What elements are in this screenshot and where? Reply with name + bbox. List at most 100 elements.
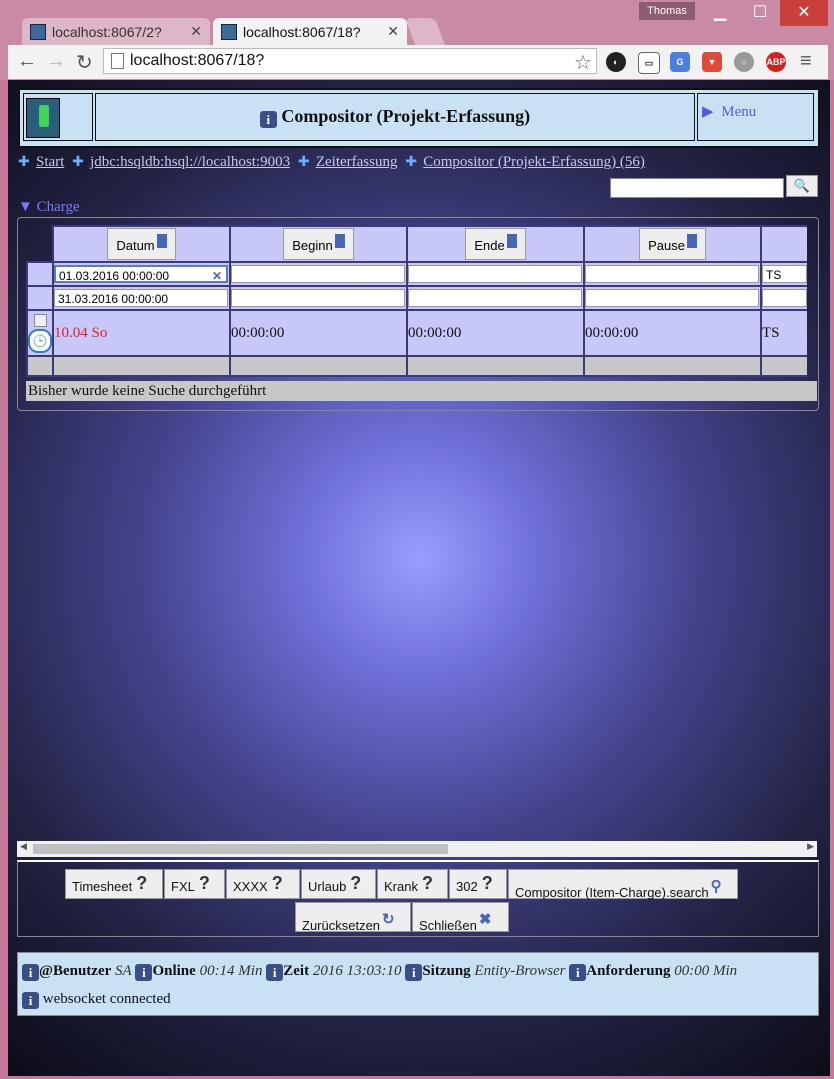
button-302[interactable]: 302? <box>449 869 507 899</box>
app-logo[interactable] <box>26 98 60 138</box>
minimize-icon[interactable]: ▁ <box>700 0 740 26</box>
tab-title: localhost:8067/18? <box>243 23 361 40</box>
search-input[interactable] <box>610 178 784 198</box>
address-bar[interactable]: localhost:8067/18? <box>103 48 597 74</box>
cast-icon[interactable]: ▭ <box>638 52 660 74</box>
krank-button[interactable]: Krank? <box>377 869 448 899</box>
search-button[interactable]: 🔍 <box>786 175 818 197</box>
column-header: Ende <box>406 225 585 263</box>
close-tab-icon[interactable]: ✕ <box>387 23 399 40</box>
timesheet-button[interactable]: Timesheet? <box>65 869 163 899</box>
xxxx-button[interactable]: XXXX? <box>226 869 300 899</box>
filter-extra-to[interactable] <box>762 289 807 307</box>
refresh-icon: ↻ <box>382 911 395 928</box>
zeit-label: Zeit <box>283 963 310 979</box>
column-header: Datum <box>52 225 231 263</box>
reset-button[interactable]: Zurücksetzen ↻ <box>295 902 411 933</box>
copy-icon <box>686 234 697 248</box>
scroll-left-icon[interactable]: ◀ <box>20 841 27 852</box>
breadcrumb-compositor[interactable]: Compositor (Projekt-Erfassung) (56) <box>423 154 645 170</box>
bookmark-star-icon[interactable]: ☆ <box>574 50 592 75</box>
fxl-button[interactable]: FXL? <box>164 869 225 899</box>
filter-pause[interactable] <box>585 265 759 283</box>
help-icon: ? <box>421 873 433 893</box>
status-footer: i @Benutzer SA i Online 00:14 Min i Zeit 20… <box>17 952 819 1016</box>
translate-icon[interactable]: G <box>670 52 690 72</box>
copy-icon <box>334 234 345 248</box>
circle-extension-icon[interactable]: ○ <box>734 52 754 72</box>
chrome-menu-icon[interactable]: ≡ <box>800 50 812 73</box>
page-title: Compositor (Projekt-Erfassung) <box>281 106 531 126</box>
menu-cell[interactable]: ▶ Menu <box>697 93 814 141</box>
close-icon: ✖ <box>478 911 492 928</box>
info-icon[interactable]: i <box>22 992 39 1009</box>
back-icon[interactable]: ← <box>17 50 37 73</box>
triangle-right-icon: ▶ <box>702 104 714 120</box>
close-button[interactable]: Schließen ✖ <box>412 902 509 933</box>
filter-ende[interactable] <box>408 265 582 283</box>
info-icon[interactable]: i <box>569 964 587 981</box>
profile-badge[interactable]: Thomas <box>639 2 695 20</box>
adblock-icon[interactable]: ABP <box>766 52 786 72</box>
filter-pause-to[interactable] <box>585 289 759 307</box>
breadcrumb-start[interactable]: Start <box>36 154 64 170</box>
cell-ende: 00:00:00 <box>406 309 585 357</box>
reload-icon[interactable]: ↻ <box>76 50 93 75</box>
search-item-charge-button[interactable]: Compositor (Item-Charge).search ⚲ <box>508 869 738 900</box>
tab-localhost-2[interactable]: localhost:8067/2? ✕ <box>22 18 210 45</box>
row-marker <box>26 285 54 311</box>
info-icon[interactable]: i <box>266 964 284 981</box>
help-icon: ? <box>481 873 493 893</box>
filter-beginn-to[interactable] <box>231 289 405 307</box>
filter-datum-from[interactable]: 01.03.2016 00:00:00 ✕ <box>54 265 228 283</box>
help-icon: ? <box>350 873 362 893</box>
sort-pause-button[interactable]: Pause <box>639 228 706 260</box>
sort-beginn-button[interactable]: Beginn <box>283 228 354 260</box>
maximize-icon[interactable]: ☐ <box>740 0 780 26</box>
data-grid: Datum Beginn Ende Pause 01.03.2016 00:00… <box>26 225 816 377</box>
app-header: i Compositor (Projekt-Erfassung) ▶ Menu <box>18 88 820 148</box>
websocket-status: websocket connected <box>42 991 171 1007</box>
sort-datum-button[interactable]: Datum <box>107 228 176 260</box>
clear-icon[interactable]: ✕ <box>212 267 222 285</box>
menu-link[interactable]: Menu <box>721 104 756 120</box>
breadcrumb-zeiterfassung[interactable]: Zeiterfassung <box>316 154 398 170</box>
online-label: Online <box>152 963 196 979</box>
filter-cell <box>760 285 807 311</box>
sitzung-value: Entity-Browser <box>474 963 566 979</box>
info-icon[interactable]: i <box>259 111 277 128</box>
filter-ende-to[interactable] <box>408 289 582 307</box>
table-row[interactable]: 🕒 10.04 So 00:00:00 00:00:00 00:00:00 TS <box>26 309 807 357</box>
filter-beginn[interactable] <box>231 265 405 283</box>
forward-icon[interactable]: → <box>46 50 66 73</box>
copy-icon <box>506 234 517 248</box>
horizontal-scrollbar[interactable]: ◀ ▶ <box>17 841 817 857</box>
close-tab-icon[interactable]: ✕ <box>190 23 202 40</box>
clock-icon[interactable]: 🕒 <box>28 328 52 353</box>
info-icon[interactable]: i <box>22 964 39 981</box>
filter-cell <box>406 285 585 311</box>
cell-beginn: 00:00:00 <box>229 309 408 357</box>
filter-datum-to[interactable]: 31.03.2016 00:00:00 <box>54 289 228 307</box>
row-selector: 🕒 <box>26 309 54 357</box>
scroll-right-icon[interactable]: ▶ <box>807 841 814 852</box>
tab-localhost-18[interactable]: localhost:8067/18? ✕ <box>213 18 407 45</box>
info-icon[interactable]: i <box>405 964 423 981</box>
pdf-extension-icon[interactable]: ▼ <box>702 52 722 72</box>
charge-section-toggle[interactable]: ▼ Charge <box>18 199 80 216</box>
help-icon: ? <box>198 873 210 893</box>
magnifier-icon: ⚲ <box>710 878 722 895</box>
contrast-extension-icon[interactable]: ◐ <box>606 52 626 72</box>
filter-cell <box>229 285 408 311</box>
filter-extra[interactable]: TS <box>762 265 807 283</box>
urlaub-button[interactable]: Urlaub? <box>301 869 376 899</box>
scroll-thumb[interactable] <box>33 844 448 854</box>
close-window-icon[interactable]: ✕ <box>780 0 828 26</box>
empty-cell <box>229 355 408 377</box>
breadcrumb-jdbc[interactable]: jdbc:hsqldb:hsql://localhost:9003 <box>90 154 290 170</box>
favicon-icon <box>30 23 46 40</box>
empty-cell <box>583 355 762 377</box>
sort-ende-button[interactable]: Ende <box>465 228 526 260</box>
info-icon[interactable]: i <box>135 964 153 981</box>
row-checkbox[interactable] <box>33 313 47 327</box>
